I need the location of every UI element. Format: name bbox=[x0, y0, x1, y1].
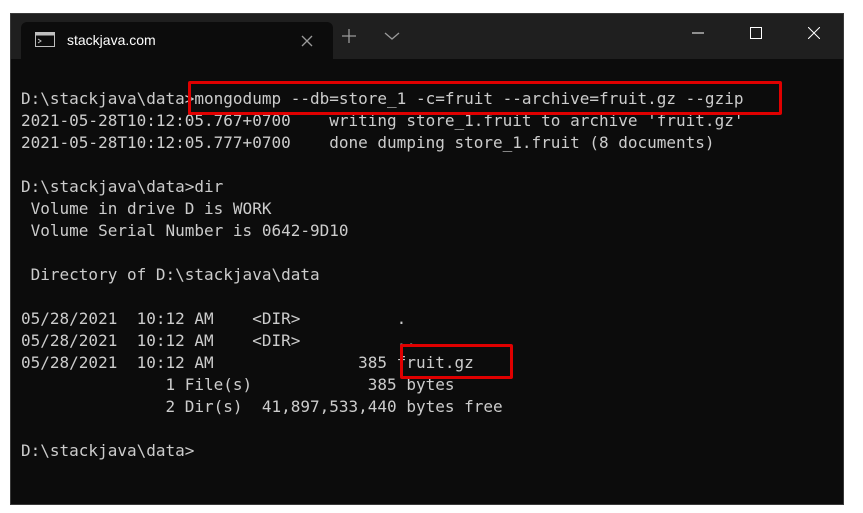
tab-stackjava[interactable]: stackjava.com bbox=[21, 22, 333, 59]
terminal-line: 2021-05-28T10:12:05.767+0700 writing sto… bbox=[21, 111, 744, 130]
terminal-line: 2 Dir(s) 41,897,533,440 bytes free bbox=[21, 397, 503, 416]
terminal-output[interactable]: D:\stackjava\data>mongodump --db=store_1… bbox=[11, 59, 843, 504]
terminal-line: D:\stackjava\data>mongodump --db=store_1… bbox=[21, 89, 744, 108]
close-icon bbox=[808, 27, 820, 39]
terminal-icon bbox=[35, 32, 55, 47]
minimize-button[interactable] bbox=[669, 14, 727, 52]
close-icon[interactable] bbox=[301, 35, 313, 47]
terminal-line: Volume in drive D is WORK bbox=[21, 199, 272, 218]
terminal-line: D:\stackjava\data>dir bbox=[21, 177, 224, 196]
minimize-icon bbox=[692, 32, 704, 34]
title-bar[interactable]: stackjava.com bbox=[11, 14, 843, 59]
chevron-down-icon[interactable] bbox=[384, 31, 400, 41]
terminal-window: stackjava.com D:\stackjava\data>mongodum… bbox=[11, 14, 843, 504]
tab-title: stackjava.com bbox=[67, 32, 156, 48]
close-window-button[interactable] bbox=[785, 14, 843, 52]
plus-icon[interactable] bbox=[341, 28, 357, 44]
terminal-line: 2021-05-28T10:12:05.777+0700 done dumpin… bbox=[21, 133, 715, 152]
terminal-line: Directory of D:\stackjava\data bbox=[21, 265, 320, 284]
terminal-line: 1 File(s) 385 bytes bbox=[21, 375, 455, 394]
terminal-line: 05/28/2021 10:12 AM <DIR> . bbox=[21, 309, 407, 328]
terminal-line: Volume Serial Number is 0642-9D10 bbox=[21, 221, 349, 240]
terminal-line: D:\stackjava\data> bbox=[21, 441, 195, 460]
maximize-icon bbox=[750, 27, 762, 39]
terminal-line: 05/28/2021 10:12 AM 385 fruit.gz bbox=[21, 353, 474, 372]
maximize-button[interactable] bbox=[727, 14, 785, 52]
terminal-line: 05/28/2021 10:12 AM <DIR> .. bbox=[21, 331, 416, 350]
